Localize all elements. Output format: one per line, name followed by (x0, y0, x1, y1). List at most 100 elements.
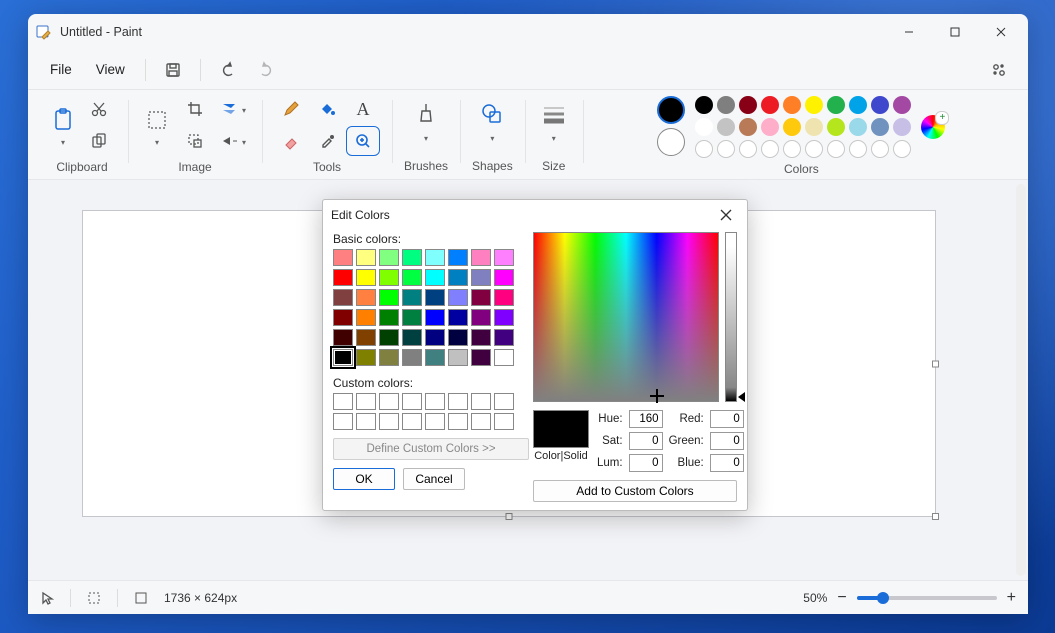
basic-color-swatch[interactable] (448, 269, 468, 286)
add-to-custom-button[interactable]: Add to Custom Colors (533, 480, 737, 502)
shapes-icon[interactable] (475, 96, 509, 132)
palette-swatch[interactable] (739, 96, 757, 114)
basic-color-swatch[interactable] (379, 269, 399, 286)
palette-swatch[interactable] (871, 118, 889, 136)
basic-color-swatch[interactable] (402, 269, 422, 286)
basic-color-swatch[interactable] (425, 249, 445, 266)
custom-color-swatch[interactable] (471, 413, 491, 430)
basic-color-swatch[interactable] (402, 309, 422, 326)
color-gradient[interactable] (533, 232, 719, 402)
custom-color-swatch[interactable] (402, 393, 422, 410)
basic-color-swatch[interactable] (356, 289, 376, 306)
basic-color-swatch[interactable] (333, 309, 353, 326)
palette-swatch-empty[interactable] (717, 140, 735, 158)
basic-color-swatch[interactable] (494, 349, 514, 366)
zoom-in-button[interactable]: + (1007, 589, 1016, 607)
copy-icon[interactable] (82, 126, 116, 156)
blue-input[interactable] (710, 454, 744, 472)
cancel-button[interactable]: Cancel (403, 468, 465, 490)
custom-color-swatch[interactable] (471, 393, 491, 410)
basic-color-swatch[interactable] (379, 249, 399, 266)
basic-color-swatch[interactable] (494, 289, 514, 306)
custom-color-swatch[interactable] (425, 413, 445, 430)
picker-icon[interactable] (310, 126, 344, 156)
palette-swatch[interactable] (827, 96, 845, 114)
palette-swatch-empty[interactable] (871, 140, 889, 158)
basic-color-swatch[interactable] (448, 289, 468, 306)
basic-color-swatch[interactable] (379, 329, 399, 346)
palette-swatch[interactable] (783, 118, 801, 136)
basic-color-swatch[interactable] (356, 329, 376, 346)
menu-view[interactable]: View (86, 56, 135, 83)
basic-color-swatch[interactable] (471, 269, 491, 286)
custom-color-swatch[interactable] (494, 413, 514, 430)
basic-color-swatch[interactable] (448, 349, 468, 366)
basic-color-swatch[interactable] (333, 269, 353, 286)
crop-icon[interactable] (178, 94, 212, 124)
basic-color-swatch[interactable] (333, 349, 353, 366)
pencil-icon[interactable] (274, 94, 308, 124)
red-input[interactable] (710, 410, 744, 428)
menu-file[interactable]: File (40, 56, 82, 83)
palette-swatch-empty[interactable] (827, 140, 845, 158)
basic-color-swatch[interactable] (471, 349, 491, 366)
basic-color-swatch[interactable] (402, 249, 422, 266)
redo-icon[interactable] (249, 54, 283, 86)
custom-color-swatch[interactable] (356, 393, 376, 410)
zoom-icon[interactable] (346, 126, 380, 156)
palette-swatch-empty[interactable] (761, 140, 779, 158)
custom-color-swatch[interactable] (379, 393, 399, 410)
hue-input[interactable] (629, 410, 663, 428)
palette-swatch[interactable] (893, 96, 911, 114)
color2-swatch[interactable] (657, 128, 685, 156)
resize-handle-se[interactable] (932, 513, 939, 520)
basic-color-swatch[interactable] (425, 349, 445, 366)
basic-color-swatch[interactable] (379, 309, 399, 326)
resize-icon[interactable] (178, 126, 212, 156)
palette-swatch[interactable] (827, 118, 845, 136)
brush-icon[interactable] (409, 96, 443, 132)
save-icon[interactable] (156, 54, 190, 86)
palette-swatch[interactable] (805, 96, 823, 114)
palette-swatch[interactable] (893, 118, 911, 136)
palette-swatch-empty[interactable] (849, 140, 867, 158)
palette-swatch[interactable] (717, 96, 735, 114)
palette-swatch[interactable] (717, 118, 735, 136)
basic-color-swatch[interactable] (425, 329, 445, 346)
basic-color-swatch[interactable] (471, 329, 491, 346)
color1-swatch[interactable] (657, 96, 685, 124)
ok-button[interactable]: OK (333, 468, 395, 490)
basic-color-swatch[interactable] (402, 349, 422, 366)
flip-icon[interactable]: ▾ (216, 126, 250, 156)
basic-color-swatch[interactable] (402, 289, 422, 306)
palette-swatch[interactable] (761, 96, 779, 114)
maximize-button[interactable] (932, 14, 978, 50)
palette-swatch[interactable] (849, 96, 867, 114)
zoom-slider[interactable] (857, 596, 997, 600)
basic-color-swatch[interactable] (333, 289, 353, 306)
basic-color-swatch[interactable] (379, 289, 399, 306)
paste-icon[interactable] (48, 104, 78, 136)
dialog-close-button[interactable] (713, 202, 739, 228)
custom-color-swatch[interactable] (448, 413, 468, 430)
basic-color-swatch[interactable] (471, 309, 491, 326)
edit-colors-icon[interactable] (921, 115, 945, 139)
basic-color-swatch[interactable] (471, 249, 491, 266)
palette-swatch[interactable] (849, 118, 867, 136)
scrollbar-vertical[interactable] (1016, 184, 1026, 576)
cut-icon[interactable] (82, 94, 116, 124)
text-icon[interactable]: A (346, 94, 380, 124)
eraser-icon[interactable] (274, 126, 308, 156)
settings-icon[interactable] (982, 54, 1016, 86)
basic-color-swatch[interactable] (333, 249, 353, 266)
palette-swatch[interactable] (695, 118, 713, 136)
custom-color-swatch[interactable] (379, 413, 399, 430)
basic-color-swatch[interactable] (494, 329, 514, 346)
fill-icon[interactable] (310, 94, 344, 124)
palette-swatch[interactable] (783, 96, 801, 114)
basic-color-swatch[interactable] (494, 249, 514, 266)
rotate-icon[interactable]: ▾ (216, 94, 250, 124)
luminance-pointer[interactable] (738, 392, 745, 402)
basic-color-swatch[interactable] (425, 309, 445, 326)
minimize-button[interactable] (886, 14, 932, 50)
